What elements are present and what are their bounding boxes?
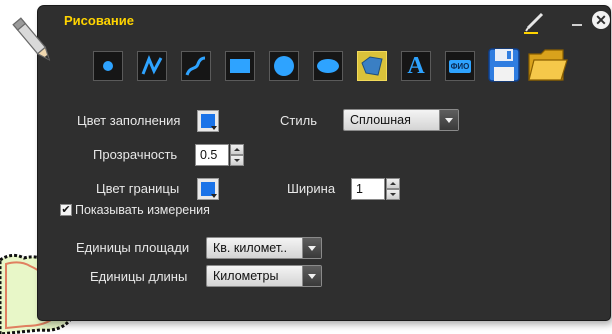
stepper-down-icon[interactable] xyxy=(230,155,244,166)
width-stepper[interactable]: 1 xyxy=(351,178,403,200)
chevron-down-icon[interactable] xyxy=(439,110,458,130)
fill-color-label: Цвет заполнения xyxy=(77,113,181,128)
polyline-icon xyxy=(141,55,163,75)
label-tool[interactable]: ФИО xyxy=(445,51,475,81)
ellipse-tool[interactable] xyxy=(313,51,343,81)
drawing-dialog: Рисование ✕ A ФИО Цвет заполнения Стиль … xyxy=(38,6,610,320)
chevron-down-icon[interactable] xyxy=(302,266,321,286)
ellipse-icon xyxy=(317,59,339,73)
close-icon[interactable]: ✕ xyxy=(592,11,610,29)
pencil-icon[interactable] xyxy=(522,10,548,34)
opacity-field[interactable]: 0.5 xyxy=(195,144,229,166)
show-measurements-checkbox[interactable]: ✔ xyxy=(60,204,72,216)
floppy-disk-icon[interactable] xyxy=(487,47,521,83)
style-select[interactable]: Сплошная xyxy=(343,109,459,131)
border-color-picker[interactable] xyxy=(197,178,219,200)
rectangle-icon xyxy=(230,59,250,73)
area-units-select[interactable]: Кв. километ.. xyxy=(206,237,322,259)
title-bar: Рисование ✕ xyxy=(38,6,610,34)
fill-color-picker[interactable] xyxy=(197,110,219,132)
length-units-value: Километры xyxy=(213,269,279,283)
polygon-icon xyxy=(361,56,383,76)
width-label: Ширина xyxy=(287,181,336,196)
length-units-label: Единицы длины xyxy=(90,269,188,284)
area-units-label: Единицы площади xyxy=(76,240,190,255)
width-field[interactable]: 1 xyxy=(351,178,385,200)
polyline-tool[interactable] xyxy=(137,51,167,81)
polygon-tool[interactable] xyxy=(357,51,387,81)
length-units-select[interactable]: Километры xyxy=(206,265,322,287)
opacity-value: 0.5 xyxy=(200,148,218,162)
curve-icon xyxy=(185,56,206,76)
chevron-down-icon xyxy=(211,126,217,130)
window-title: Рисование xyxy=(64,13,134,28)
folder-icon[interactable] xyxy=(527,46,569,84)
area-units-value: Кв. километ.. xyxy=(213,241,288,255)
style-label: Стиль xyxy=(280,113,317,128)
text-icon: A xyxy=(407,52,425,79)
chevron-down-icon[interactable] xyxy=(302,238,321,258)
freehand-tool[interactable] xyxy=(181,51,211,81)
chevron-down-icon xyxy=(211,194,217,198)
border-color-label: Цвет границы xyxy=(96,181,180,196)
show-measurements-label: Показывать измерения xyxy=(75,203,210,217)
rectangle-tool[interactable] xyxy=(225,51,255,81)
pencil-icon xyxy=(12,17,51,61)
width-value: 1 xyxy=(356,182,363,196)
dot-icon xyxy=(103,61,113,71)
drawing-toolbar: A ФИО xyxy=(93,44,612,88)
stepper-up-icon[interactable] xyxy=(386,178,400,189)
style-value: Сплошная xyxy=(350,113,411,127)
point-tool[interactable] xyxy=(93,51,123,81)
text-tool[interactable]: A xyxy=(401,51,431,81)
circle-tool[interactable] xyxy=(269,51,299,81)
opacity-label: Прозрачность xyxy=(93,147,178,162)
stepper-down-icon[interactable] xyxy=(386,189,400,200)
circle-icon xyxy=(274,56,294,76)
opacity-stepper[interactable]: 0.5 xyxy=(195,144,247,166)
stepper-up-icon[interactable] xyxy=(230,144,244,155)
minimize-icon[interactable] xyxy=(572,24,582,26)
label-icon: ФИО xyxy=(448,59,472,73)
